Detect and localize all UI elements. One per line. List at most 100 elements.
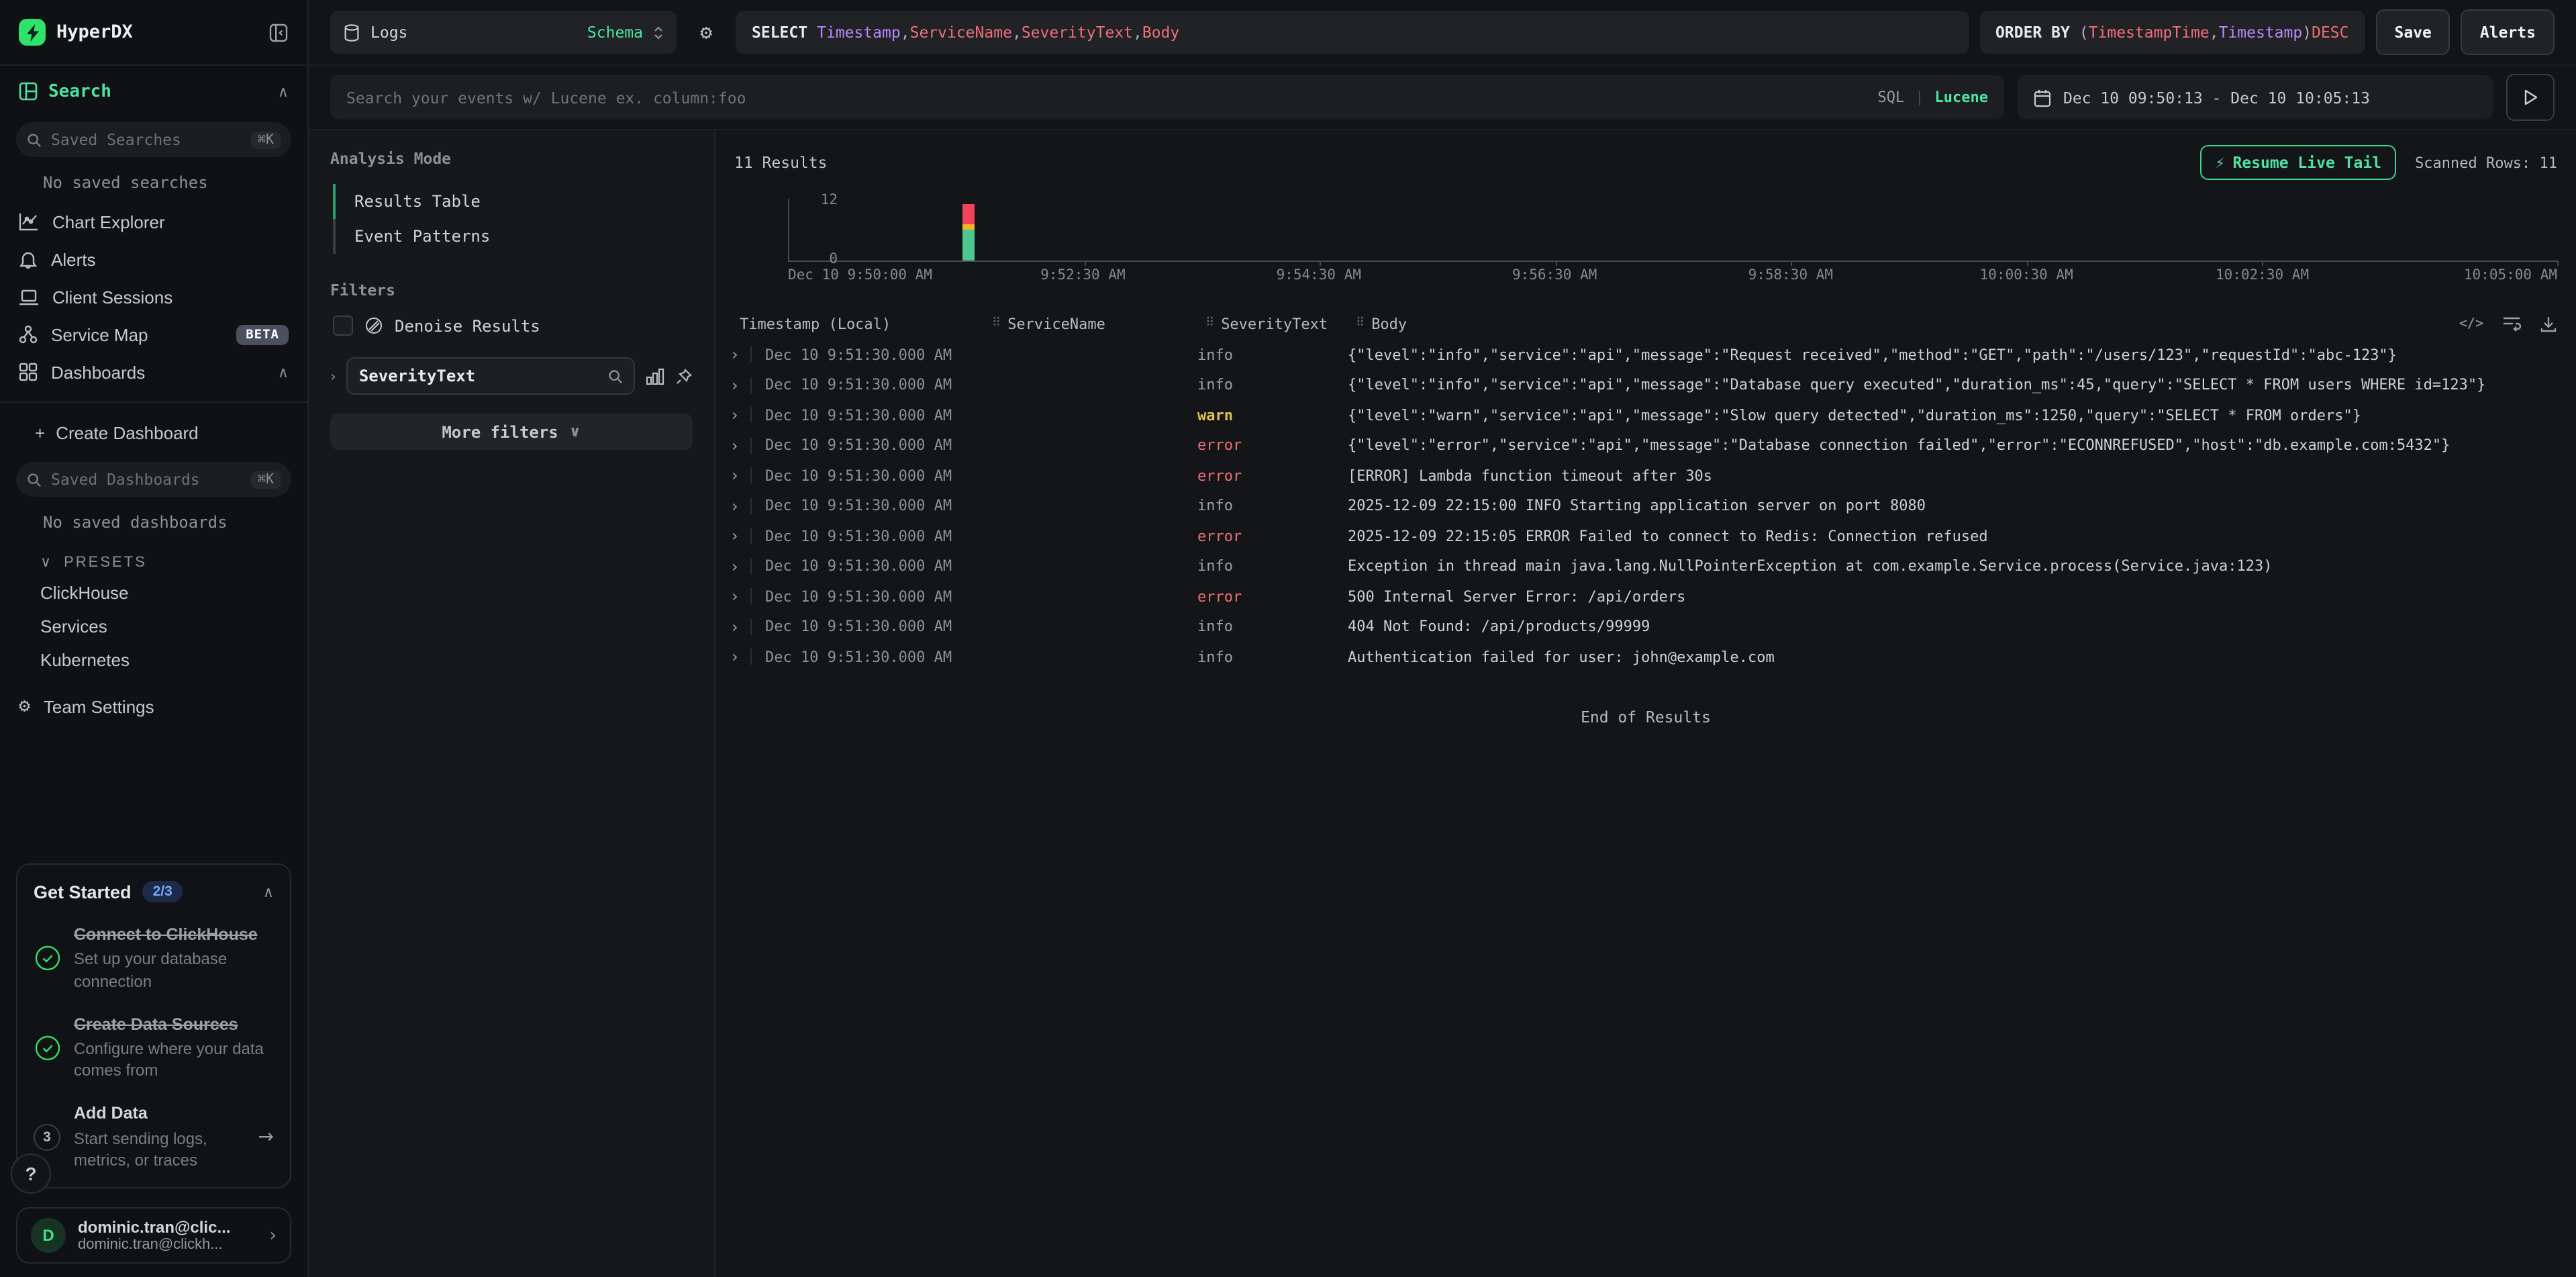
mode-event-patterns[interactable]: Event Patterns: [333, 219, 693, 254]
lucene-search-input[interactable]: Search your events w/ Lucene ex. column:…: [330, 75, 2004, 120]
date-range-picker[interactable]: Dec 10 09:50:13 - Dec 10 10:05:13: [2018, 75, 2493, 120]
row-expand-chevron[interactable]: ›: [732, 648, 750, 667]
preset-clickhouse[interactable]: ClickHouse: [0, 576, 307, 610]
chevron-right-icon: ›: [270, 1225, 277, 1245]
table-row[interactable]: › Dec 10 9:51:30.000 AM info 2025-12-09 …: [715, 491, 2576, 521]
cell-timestamp: Dec 10 9:51:30.000 AM: [765, 498, 984, 515]
pin-icon[interactable]: [675, 367, 693, 385]
table-row[interactable]: › Dec 10 9:51:30.000 AM warn {"level":"w…: [715, 400, 2576, 430]
no-saved-dashboards-text: No saved dashboards: [0, 500, 307, 542]
save-button[interactable]: Save: [2376, 9, 2450, 55]
sidebar-item-team-settings[interactable]: ⚙ Team Settings: [0, 677, 307, 717]
filter-group-severitytext[interactable]: SeverityText: [347, 357, 635, 395]
check-circle-icon: [34, 1035, 60, 1060]
search-section-icon: [19, 82, 38, 101]
row-expand-chevron[interactable]: ›: [732, 467, 750, 485]
sidebar-item-alerts[interactable]: Alerts: [0, 240, 307, 278]
select-query-input[interactable]: SELECTTimestamp,ServiceName,SeverityText…: [736, 11, 1969, 54]
sidebar-item-chart-explorer[interactable]: Chart Explorer: [0, 203, 307, 240]
row-expand-chevron[interactable]: ›: [732, 587, 750, 606]
run-query-button[interactable]: [2506, 74, 2555, 121]
download-icon[interactable]: [2540, 315, 2557, 332]
sidebar-item-dashboards[interactable]: Dashboards ∧: [0, 353, 307, 391]
mode-lucene-toggle[interactable]: Lucene: [1935, 89, 1989, 106]
table-row[interactable]: › Dec 10 9:51:30.000 AM info {"level":"i…: [715, 340, 2576, 370]
table-row[interactable]: › Dec 10 9:51:30.000 AM error 500 Intern…: [715, 581, 2576, 612]
row-expand-chevron[interactable]: ›: [732, 346, 750, 365]
table-row[interactable]: › Dec 10 9:51:30.000 AM error {"level":"…: [715, 430, 2576, 461]
drag-handle-icon[interactable]: ⠿: [1356, 317, 1365, 330]
y-axis-min-label: 0: [829, 251, 838, 267]
row-expand-chevron[interactable]: ›: [732, 557, 750, 576]
get-started-step-connect[interactable]: Connect to ClickHouse Set up your databa…: [34, 924, 274, 992]
row-expand-chevron[interactable]: ›: [732, 376, 750, 395]
row-expand-chevron[interactable]: ›: [732, 436, 750, 455]
alerts-button[interactable]: Alerts: [2461, 9, 2555, 55]
preset-kubernetes[interactable]: Kubernetes: [0, 643, 307, 677]
table-row[interactable]: › Dec 10 9:51:30.000 AM error [ERROR] La…: [715, 461, 2576, 491]
chevron-up-icon[interactable]: ∧: [278, 363, 289, 381]
database-icon: [344, 23, 360, 41]
chart-plot[interactable]: 12 0: [788, 199, 2557, 262]
cell-severitytext: error: [1197, 437, 1348, 455]
resume-live-tail-button[interactable]: ⚡ Resume Live Tail: [2201, 145, 2396, 180]
cell-timestamp: Dec 10 9:51:30.000 AM: [765, 588, 984, 606]
help-button[interactable]: ?: [11, 1153, 51, 1194]
column-header-timestamp[interactable]: Timestamp (Local): [732, 315, 992, 332]
histogram-icon[interactable]: [646, 367, 664, 385]
x-tick-label: 9:58:30 AM: [1748, 267, 1833, 283]
row-expand-chevron[interactable]: ›: [732, 618, 750, 636]
table-row[interactable]: › Dec 10 9:51:30.000 AM info 404 Not Fou…: [715, 612, 2576, 642]
code-view-icon[interactable]: </>: [2459, 316, 2483, 331]
denoise-checkbox[interactable]: [333, 316, 353, 336]
get-started-step-datasources[interactable]: Create Data Sources Configure where your…: [34, 1014, 274, 1082]
divider: [750, 498, 752, 514]
end-of-results-text: End of Results: [715, 707, 2576, 726]
filters-label: Filters: [330, 281, 693, 299]
get-started-step-add-data[interactable]: 3 Add Data Start sending logs, metrics, …: [34, 1103, 274, 1171]
service-map-icon: [19, 325, 38, 344]
check-circle-icon: [34, 945, 60, 971]
chevron-up-icon[interactable]: ∧: [263, 883, 274, 900]
source-select[interactable]: Logs Schema: [330, 11, 677, 54]
more-filters-button[interactable]: More filters ∨: [330, 414, 693, 450]
drag-handle-icon[interactable]: ⠿: [1205, 317, 1214, 330]
table-row[interactable]: › Dec 10 9:51:30.000 AM info {"level":"i…: [715, 370, 2576, 400]
sidebar-item-search[interactable]: Search ∧: [0, 71, 307, 111]
brand-title: HyperDX: [56, 21, 258, 43]
user-profile-card[interactable]: D dominic.tran@clic... dominic.tran@clic…: [16, 1207, 291, 1264]
cell-severitytext: info: [1197, 618, 1348, 636]
sidebar-item-service-map[interactable]: Service Map BETA: [0, 316, 307, 353]
divider: [750, 649, 752, 665]
saved-dashboards-input[interactable]: Saved Dashboards ⌘K: [16, 462, 291, 497]
row-expand-chevron[interactable]: ›: [732, 406, 750, 425]
row-expand-chevron[interactable]: ›: [732, 497, 750, 516]
column-header-servicename[interactable]: ⠿ServiceName: [992, 315, 1205, 332]
stacked-bar[interactable]: [962, 204, 975, 261]
table-row[interactable]: › Dec 10 9:51:30.000 AM error 2025-12-09…: [715, 521, 2576, 551]
y-axis-max-label: 12: [821, 192, 838, 208]
saved-searches-input[interactable]: Saved Searches ⌘K: [16, 122, 291, 157]
cell-body: {"level":"info","service":"api","message…: [1348, 346, 2557, 364]
preset-services[interactable]: Services: [0, 610, 307, 643]
column-header-severitytext[interactable]: ⠿SeverityText: [1205, 315, 1356, 332]
row-expand-chevron[interactable]: ›: [732, 527, 750, 546]
presets-toggle[interactable]: ∨ PRESETS: [0, 542, 307, 576]
sidebar-item-client-sessions[interactable]: Client Sessions: [0, 278, 307, 316]
mode-results-table[interactable]: Results Table: [333, 184, 693, 219]
analysis-panel: Analysis Mode Results Table Event Patter…: [309, 130, 715, 1277]
x-tick-mark: [2263, 261, 2264, 266]
create-dashboard-button[interactable]: + Create Dashboard: [0, 414, 307, 451]
drag-handle-icon[interactable]: ⠿: [992, 317, 1001, 330]
table-row[interactable]: › Dec 10 9:51:30.000 AM info Authenticat…: [715, 642, 2576, 672]
order-by-input[interactable]: ORDER BY(TimestampTime, Timestamp) DESC: [1979, 11, 2365, 54]
chevron-up-icon[interactable]: ∧: [278, 83, 289, 100]
sidebar-collapse-icon[interactable]: [268, 22, 289, 42]
cell-body: Exception in thread main java.lang.NullP…: [1348, 558, 2557, 575]
chevron-right-icon[interactable]: ›: [330, 367, 336, 385]
table-row[interactable]: › Dec 10 9:51:30.000 AM info Exception i…: [715, 551, 2576, 581]
source-settings-button[interactable]: ⚙: [687, 13, 725, 51]
column-header-body[interactable]: ⠿Body: [1356, 315, 2459, 332]
mode-sql-toggle[interactable]: SQL: [1878, 89, 1905, 106]
wrap-lines-icon[interactable]: [2502, 316, 2521, 332]
